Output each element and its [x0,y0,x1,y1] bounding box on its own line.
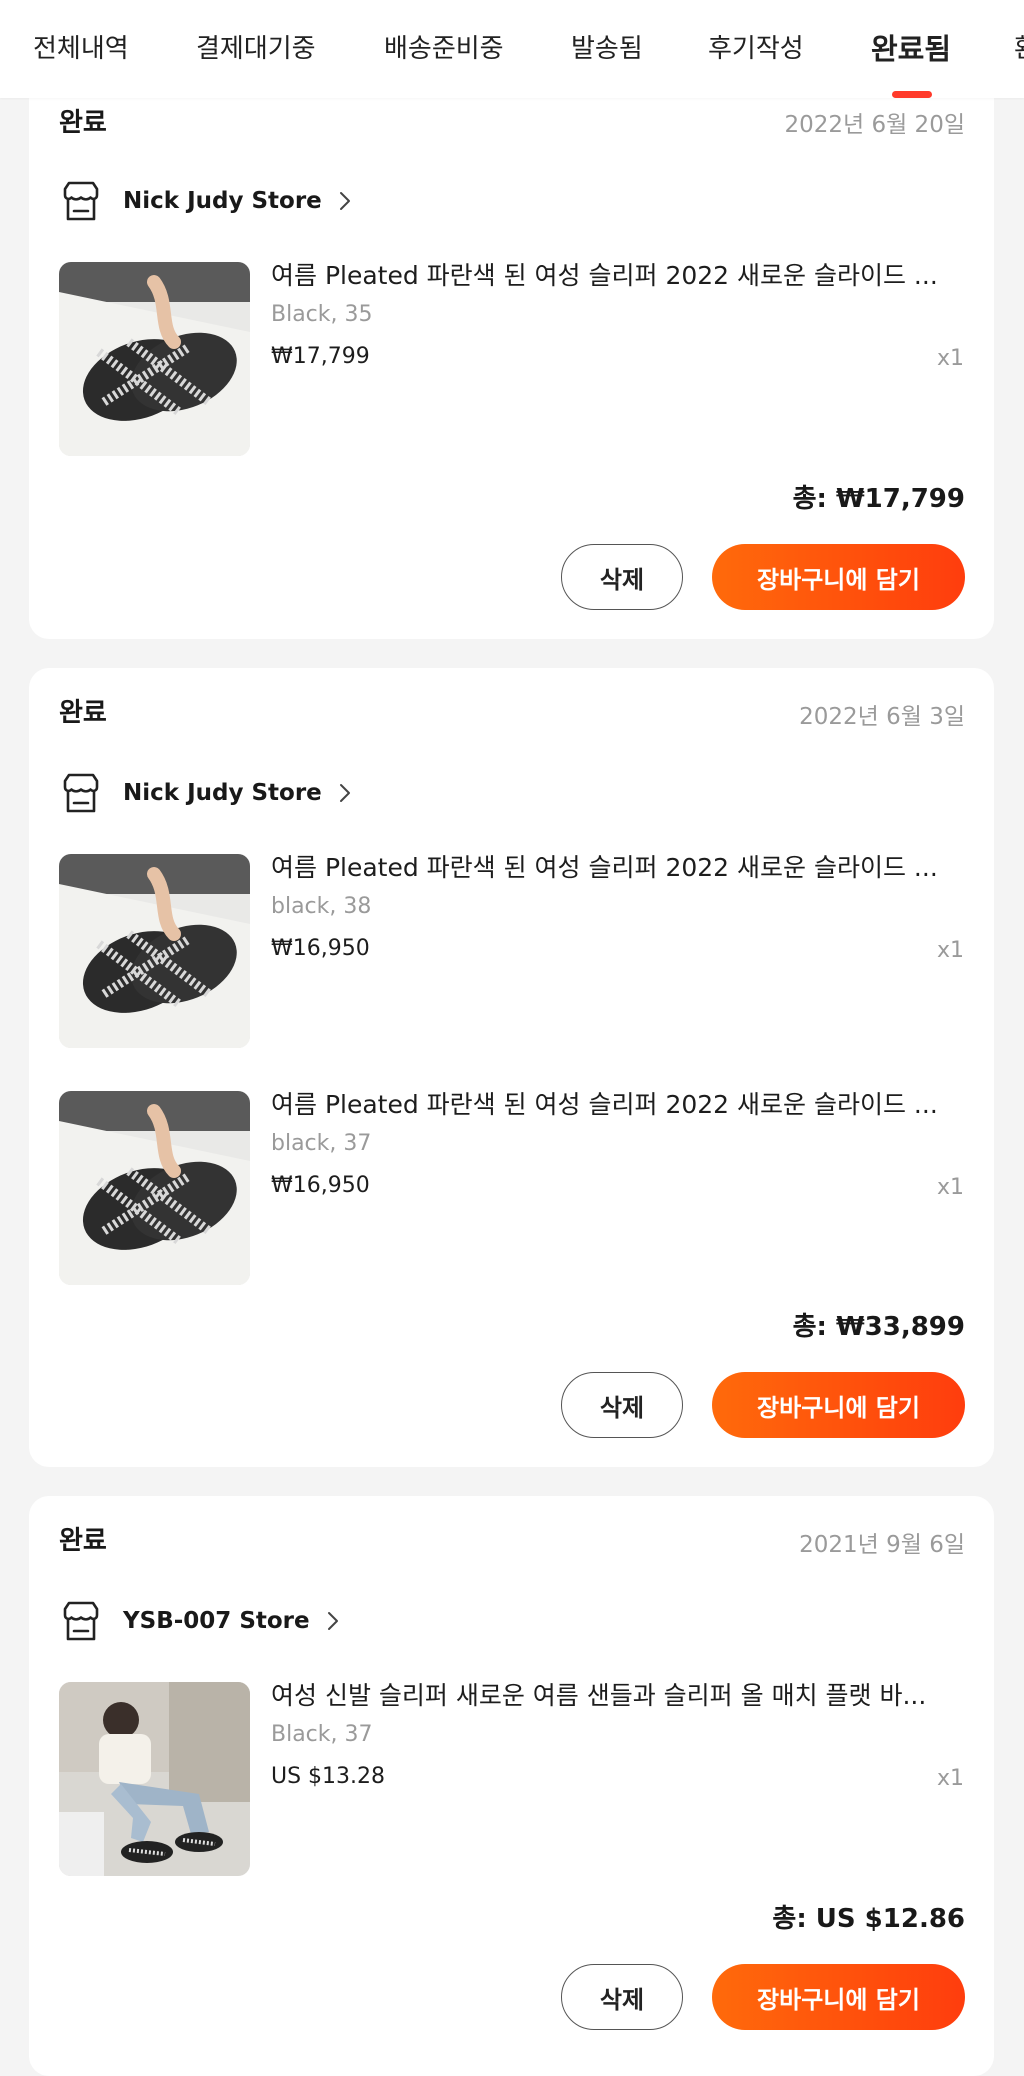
store-icon [63,181,99,221]
order-card: 완료 2021년 9월 6일 YSB-007 Store 여성 신발 슬리퍼 새… [29,1496,994,2076]
order-item[interactable]: 여름 Pleated 파란색 된 여성 슬리퍼 2022 새로운 슬라이드 ..… [59,853,964,1048]
store-name: Nick Judy Store [123,188,322,214]
product-variant: Black, 37 [271,1722,373,1747]
product-image[interactable] [59,1091,250,1285]
tab-refund[interactable]: 환 [1014,28,1024,65]
product-price: ₩16,950 [271,1173,370,1198]
product-price: US $13.28 [271,1764,386,1789]
order-item[interactable]: 여성 신발 슬리퍼 새로운 여름 샌들과 슬리퍼 올 매치 플랫 바... Bl… [59,1681,964,1876]
add-to-cart-button[interactable]: 장바구니에 담기 [712,1372,965,1438]
product-variant: black, 37 [271,1131,372,1156]
product-price: ₩16,950 [271,936,370,961]
active-tab-indicator [892,91,932,98]
order-status: 완료 [59,1526,107,1556]
tab-write-review[interactable]: 후기작성 [708,28,804,65]
product-image[interactable] [59,1682,250,1876]
order-date: 2022년 6월 20일 [784,112,965,138]
order-status-tabbar: 전체내역 결제대기중 배송준비중 발송됨 후기작성 완료됨 환 [0,0,1024,98]
store-link[interactable]: Nick Judy Store [59,178,352,224]
tab-awaiting-payment[interactable]: 결제대기중 [196,28,316,65]
tab-completed[interactable]: 완료됨 [871,26,951,68]
product-title[interactable]: 여름 Pleated 파란색 된 여성 슬리퍼 2022 새로운 슬라이드 ..… [271,256,964,292]
order-status: 완료 [59,108,107,138]
store-icon [63,1601,99,1641]
product-quantity: x1 [936,1766,964,1791]
product-image[interactable] [59,262,250,456]
product-quantity: x1 [936,938,964,963]
order-total: 총: US $12.86 [772,1904,965,1934]
product-variant: black, 38 [271,894,372,919]
chevron-right-icon [339,192,350,210]
chevron-right-icon [339,784,350,802]
add-to-cart-button[interactable]: 장바구니에 담기 [712,1964,965,2030]
order-date: 2022년 6월 3일 [799,704,965,730]
product-price: ₩17,799 [271,344,370,369]
order-total: 총: ₩17,799 [792,484,965,514]
store-name: Nick Judy Store [123,780,322,806]
product-image[interactable] [59,854,250,1048]
delete-button[interactable]: 삭제 [561,544,683,610]
order-date: 2021년 9월 6일 [799,1532,965,1558]
product-quantity: x1 [936,1175,964,1200]
product-title[interactable]: 여름 Pleated 파란색 된 여성 슬리퍼 2022 새로운 슬라이드 ..… [271,848,964,884]
order-item[interactable]: 여름 Pleated 파란색 된 여성 슬리퍼 2022 새로운 슬라이드 ..… [59,261,964,456]
order-card: 완료 2022년 6월 20일 Nick Judy Store 여름 Pleat… [29,40,994,639]
tab-preparing-shipment[interactable]: 배송준비중 [384,28,504,65]
product-variant: Black, 35 [271,302,373,327]
delete-button[interactable]: 삭제 [561,1964,683,2030]
tab-all[interactable]: 전체내역 [33,28,129,65]
order-total: 총: ₩33,899 [792,1312,965,1342]
chevron-right-icon [327,1612,338,1630]
order-card: 완료 2022년 6월 3일 Nick Judy Store 여름 Pleate… [29,668,994,1467]
store-name: YSB-007 Store [123,1608,310,1634]
product-title[interactable]: 여름 Pleated 파란색 된 여성 슬리퍼 2022 새로운 슬라이드 ..… [271,1085,964,1121]
delete-button[interactable]: 삭제 [561,1372,683,1438]
store-icon [63,773,99,813]
product-quantity: x1 [936,346,964,371]
tab-shipped[interactable]: 발송됨 [571,28,643,65]
product-title[interactable]: 여성 신발 슬리퍼 새로운 여름 샌들과 슬리퍼 올 매치 플랫 바... [271,1676,964,1712]
store-link[interactable]: Nick Judy Store [59,770,352,816]
order-status: 완료 [59,698,107,728]
order-item[interactable]: 여름 Pleated 파란색 된 여성 슬리퍼 2022 새로운 슬라이드 ..… [59,1090,964,1285]
add-to-cart-button[interactable]: 장바구니에 담기 [712,544,965,610]
store-link[interactable]: YSB-007 Store [59,1598,340,1644]
